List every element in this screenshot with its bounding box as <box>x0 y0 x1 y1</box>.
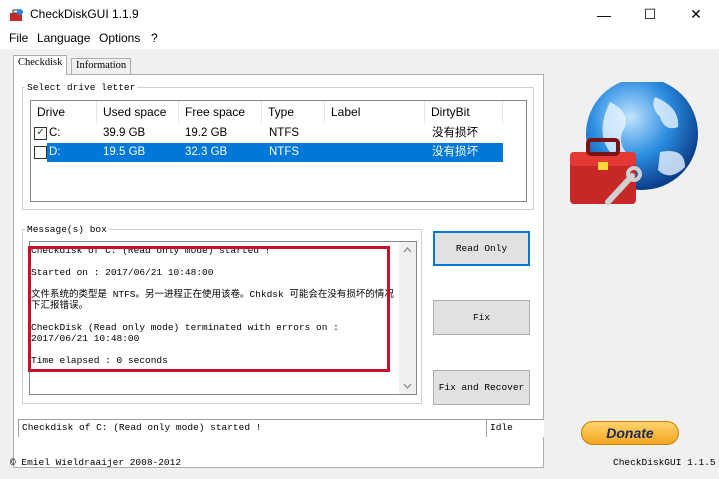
maximize-button[interactable]: ☐ <box>627 0 673 29</box>
drive-list[interactable]: Drive Used space Free space Type Label D… <box>30 100 527 202</box>
minimize-button[interactable]: — <box>581 0 627 29</box>
used-space: 19.5 GB <box>103 146 146 158</box>
version-text: CheckDiskGUI 1.1.5 <box>613 457 716 468</box>
col-dirtybit[interactable]: DirtyBit <box>425 101 503 123</box>
col-label[interactable]: Label <box>325 101 425 123</box>
fix-button[interactable]: Fix <box>433 300 530 335</box>
copyright-text: © Emiel Wieldraaijer 2008-2012 <box>10 457 182 468</box>
col-type[interactable]: Type <box>262 101 325 123</box>
drive-row-d[interactable]: D: 19.5 GB 32.3 GB NTFS 没有损坏 <box>31 143 503 162</box>
title-bar: CheckDiskGUI 1.1.9 — ☐ ✕ <box>0 0 719 29</box>
donate-button[interactable]: Donate <box>581 421 679 445</box>
globe-toolbox-logo <box>560 78 710 222</box>
app-icon <box>8 7 24 23</box>
tab-information[interactable]: Information <box>71 58 132 74</box>
dirty-bit: 没有损坏 <box>432 146 478 158</box>
col-drive[interactable]: Drive <box>31 101 97 123</box>
drive-row-c[interactable]: ✓ C: 39.9 GB 19.2 GB NTFS 没有损坏 <box>31 124 503 143</box>
tab-checkdisk[interactable]: Checkdisk <box>13 55 68 75</box>
message-group-legend: Message(s) box <box>27 224 107 235</box>
free-space: 32.3 GB <box>185 146 228 158</box>
drive-checkbox-c[interactable]: ✓ <box>34 127 47 140</box>
drive-letter: C: <box>49 127 61 139</box>
col-used-space[interactable]: Used space <box>97 101 179 123</box>
status-state: Idle <box>486 419 544 437</box>
menu-file[interactable]: File <box>9 31 28 45</box>
drive-letter: D: <box>49 146 61 158</box>
menu-language[interactable]: Language <box>37 31 90 45</box>
used-space: 39.9 GB <box>103 127 146 139</box>
window-title: CheckDiskGUI 1.1.9 <box>30 7 139 21</box>
fs-type: NTFS <box>269 146 300 158</box>
menu-bar: File Language Options ? <box>0 29 719 49</box>
fix-and-recover-button[interactable]: Fix and Recover <box>433 370 530 405</box>
col-free-space[interactable]: Free space <box>179 101 262 123</box>
menu-options[interactable]: Options <box>99 31 140 45</box>
status-message: Checkdisk of C: (Read only mode) started… <box>18 419 486 437</box>
drive-checkbox-d[interactable] <box>34 146 47 159</box>
message-scrollbar[interactable] <box>399 242 416 394</box>
dirty-bit: 没有损坏 <box>432 127 478 139</box>
menu-help[interactable]: ? <box>151 31 158 45</box>
fs-type: NTFS <box>269 127 300 139</box>
drive-group-legend: Select drive letter <box>27 82 136 93</box>
close-button[interactable]: ✕ <box>673 0 719 29</box>
read-only-button[interactable]: Read Only <box>433 231 530 266</box>
free-space: 19.2 GB <box>185 127 228 139</box>
annotation-highlight-box <box>28 246 390 372</box>
